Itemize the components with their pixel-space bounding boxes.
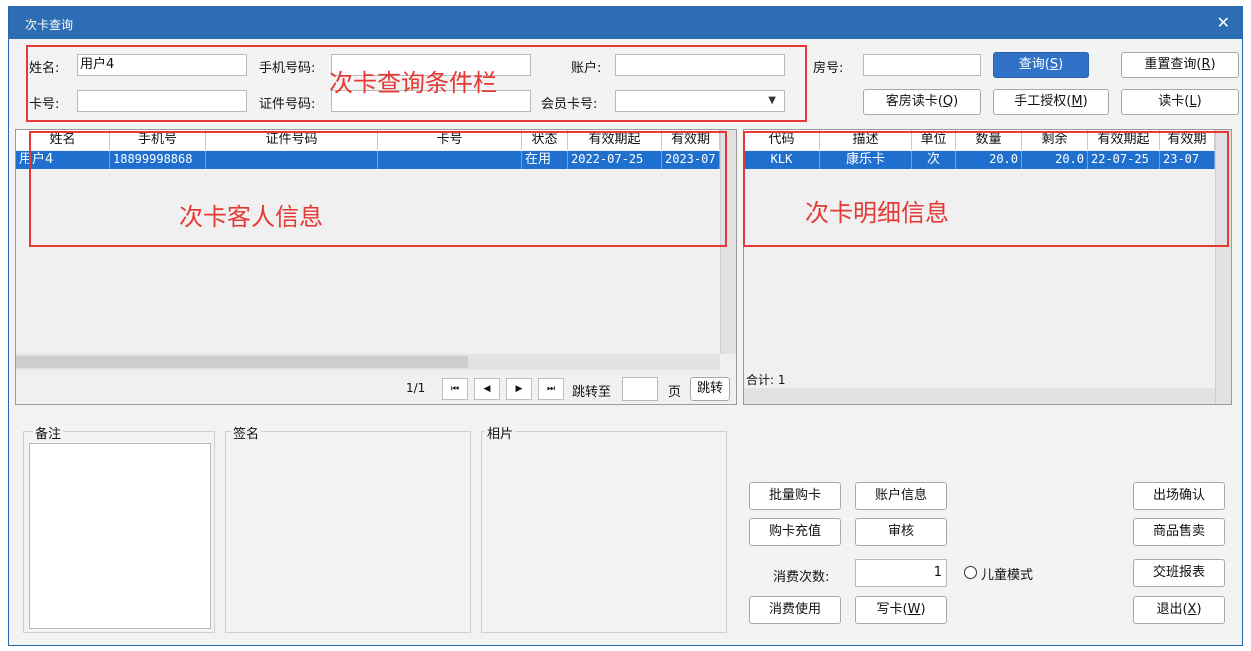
exit-label: 退出	[1156, 602, 1183, 617]
total-label: 合计: 1	[746, 373, 786, 387]
manual-auth-button[interactable]: 手工授权(M)	[993, 89, 1109, 115]
batch-buy-button[interactable]: 批量购卡	[749, 482, 841, 510]
room-read-card-button[interactable]: 客房读卡(Q)	[863, 89, 981, 115]
query-button-key: S	[1049, 57, 1059, 72]
close-icon[interactable]: ✕	[1217, 13, 1230, 32]
goods-sale-button[interactable]: 商品售卖	[1133, 518, 1225, 546]
consume-count-label: 消费次数:	[773, 570, 830, 585]
read-card-key: L	[1189, 94, 1197, 109]
child-mode-radio[interactable]	[964, 566, 977, 579]
query-button[interactable]: 查询(S)	[993, 52, 1089, 78]
exit-confirm-button[interactable]: 出场确认	[1133, 482, 1225, 510]
remark-label: 备注	[33, 423, 64, 442]
page-input[interactable]	[622, 377, 658, 401]
customer-annotation-text: 次卡客人信息	[179, 203, 323, 231]
audit-button[interactable]: 审核	[855, 518, 947, 546]
signature-label: 签名	[231, 423, 262, 442]
write-card-key: W	[907, 602, 921, 617]
dialog-window: 次卡查询 ✕ 姓名: 用户4 手机号码: 账户: 房号: 查询(S) 重置查询(…	[8, 6, 1243, 646]
first-page-icon[interactable]: ⏮	[442, 378, 468, 400]
conditions-annotation-text: 次卡查询条件栏	[329, 69, 497, 97]
detail-hscroll[interactable]	[744, 388, 1215, 404]
room-read-key: Q	[942, 94, 954, 109]
page-unit: 页	[668, 385, 682, 400]
last-page-icon[interactable]: ⏭	[538, 378, 564, 400]
goto-label: 跳转至	[572, 385, 612, 400]
exit-key: X	[1187, 602, 1197, 617]
query-button-label: 查询	[1018, 57, 1045, 72]
room-input[interactable]	[863, 54, 981, 76]
remark-textarea[interactable]	[29, 443, 211, 629]
signature-groupbox	[225, 431, 471, 633]
account-info-button[interactable]: 账户信息	[855, 482, 947, 510]
recharge-button[interactable]: 购卡充值	[749, 518, 841, 546]
reset-button-key: R	[1201, 57, 1211, 72]
exit-button[interactable]: 退出(X)	[1133, 596, 1225, 624]
child-mode-label[interactable]: 儿童模式	[981, 564, 1033, 583]
room-label: 房号:	[813, 61, 844, 76]
window-title: 次卡查询	[25, 18, 74, 32]
photo-label: 相片	[485, 423, 516, 442]
write-card-label: 写卡	[876, 602, 903, 617]
customer-annotation-box	[29, 131, 727, 247]
customer-hscroll-thumb[interactable]	[16, 356, 468, 368]
detail-annotation-text: 次卡明细信息	[805, 199, 949, 227]
prev-page-icon[interactable]: ◀	[474, 378, 500, 400]
title-bar: 次卡查询 ✕	[9, 7, 1242, 39]
write-card-button[interactable]: 写卡(W)	[855, 596, 947, 624]
consume-count-input[interactable]: 1	[855, 559, 947, 587]
read-card-button[interactable]: 读卡(L)	[1121, 89, 1239, 115]
consume-use-button[interactable]: 消费使用	[749, 596, 841, 624]
read-card-label: 读卡	[1158, 94, 1185, 109]
room-read-label: 客房读卡	[885, 94, 938, 109]
page-info: 1/1	[406, 381, 426, 395]
photo-groupbox	[481, 431, 727, 633]
next-page-icon[interactable]: ▶	[506, 378, 532, 400]
reset-query-button[interactable]: 重置查询(R)	[1121, 52, 1239, 78]
manual-auth-key: M	[1071, 94, 1083, 109]
detail-annotation-box	[743, 131, 1229, 247]
shift-report-button[interactable]: 交班报表	[1133, 559, 1225, 587]
jump-button[interactable]: 跳转	[690, 377, 730, 401]
manual-auth-label: 手工授权	[1014, 94, 1067, 109]
reset-button-label: 重置查询	[1144, 57, 1197, 72]
customer-hscroll[interactable]	[16, 354, 720, 370]
